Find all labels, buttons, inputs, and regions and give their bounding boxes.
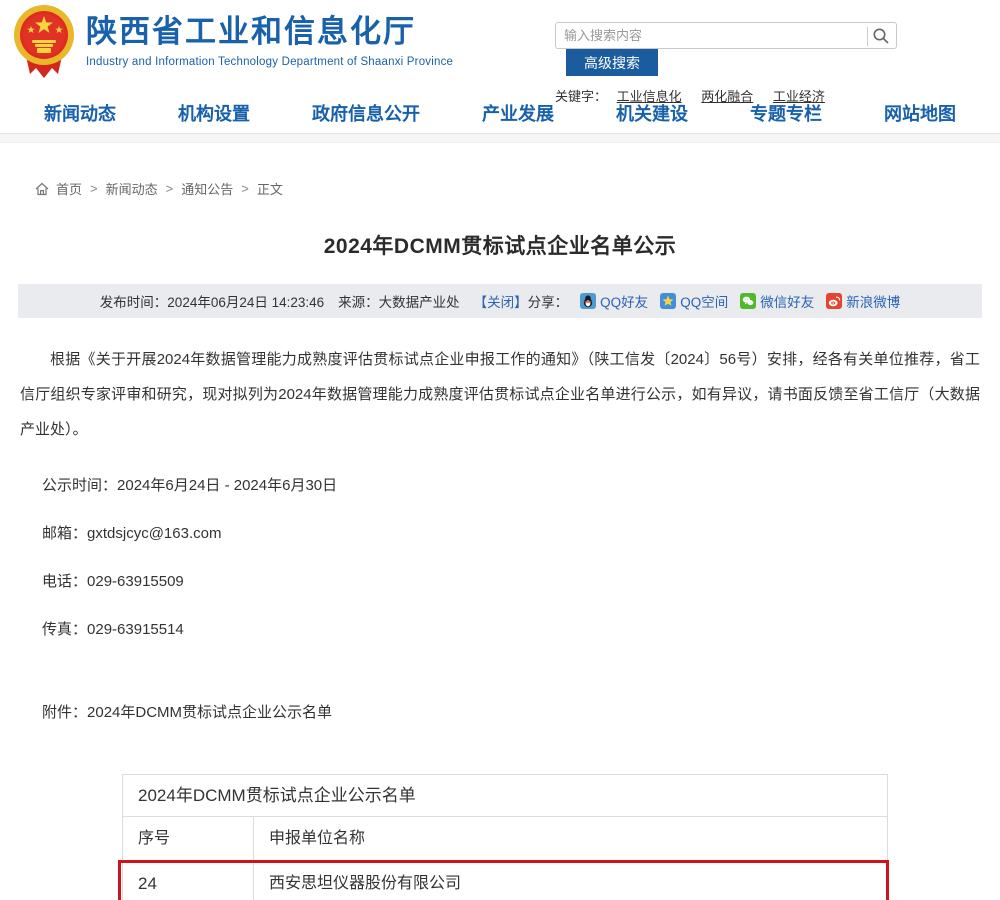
breadcrumb-separator: > — [90, 181, 98, 196]
table-header-company: 申报单位名称 — [254, 817, 887, 861]
qzone-icon — [660, 293, 676, 309]
posting-period-label: 公示时间： — [42, 477, 117, 494]
table-title: 2024年DCMM贯标试点企业公示名单 — [123, 775, 887, 817]
table-cell-company: 西安思坦仪器股份有限公司 — [254, 862, 887, 900]
qq-icon — [580, 293, 596, 309]
keyword-link-industry-economy[interactable]: 工业经济 — [773, 89, 825, 104]
nav-item-news[interactable]: 新闻动态 — [44, 100, 116, 126]
table-row[interactable]: 24 西安思坦仪器股份有限公司 — [123, 861, 887, 900]
share-weibo-label: 新浪微博 — [846, 291, 900, 311]
attachment-line: 附件：2024年DCMM贯标试点企业公示名单 — [42, 701, 980, 722]
attachment-label: 附件： — [42, 704, 87, 721]
phone-value: 029-63915509 — [87, 573, 184, 590]
page: 陕西省工业和信息化厅 Industry and Information Tech… — [0, 0, 1000, 900]
search-button[interactable] — [870, 26, 892, 48]
share-qzone[interactable]: QQ空间 — [660, 291, 728, 311]
share-wechat[interactable]: 微信好友 — [740, 291, 814, 311]
wechat-icon — [740, 293, 756, 309]
email-line: 邮箱：gxtdsjcyc@163.com — [42, 522, 980, 543]
email-label: 邮箱： — [42, 525, 87, 542]
close-link[interactable]: 【关闭】 — [474, 291, 528, 311]
posting-period-value: 2024年6月24日 - 2024年6月30日 — [117, 477, 337, 494]
search-box — [555, 22, 897, 49]
search-icon — [872, 27, 890, 45]
posting-period-line: 公示时间：2024年6月24日 - 2024年6月30日 — [42, 474, 980, 495]
table-header-row: 序号 申报单位名称 — [123, 817, 887, 861]
search-area: 高级搜索 关键字： 工业信息化 两化融合 工业经济 — [555, 22, 1000, 105]
fax-line: 传真：029-63915514 — [42, 618, 980, 639]
breadcrumb-separator: > — [166, 181, 174, 196]
page-title: 2024年DCMM贯标试点企业名单公示 — [0, 230, 1000, 260]
site-title-block: 陕西省工业和信息化厅 Industry and Information Tech… — [86, 4, 453, 68]
phone-line: 电话：029-63915509 — [42, 570, 980, 591]
weibo-icon — [826, 293, 842, 309]
fax-value: 029-63915514 — [87, 621, 184, 638]
table-cell-no: 24 — [123, 862, 254, 900]
share-qzone-label: QQ空间 — [680, 291, 728, 311]
phone-label: 电话： — [42, 573, 87, 590]
share-label: 分享： — [528, 291, 569, 311]
article-body: 根据《关于开展2024年数据管理能力成熟度评估贯标试点企业申报工作的通知》（陕工… — [0, 342, 1000, 722]
site-header: 陕西省工业和信息化厅 Industry and Information Tech… — [0, 0, 1000, 92]
site-logo[interactable]: 陕西省工业和信息化厅 Industry and Information Tech… — [12, 4, 453, 80]
keywords-row: 关键字： 工业信息化 两化融合 工业经济 — [555, 86, 1000, 105]
breadcrumb: 首页 > 新闻动态 > 通知公告 > 正文 — [35, 179, 1000, 198]
breadcrumb-notices[interactable]: 通知公告 — [181, 179, 233, 198]
fax-label: 传真： — [42, 621, 87, 638]
nav-item-gov-info[interactable]: 政府信息公开 — [312, 100, 420, 126]
share-qq-friend[interactable]: QQ好友 — [580, 291, 648, 311]
publish-time-value: 2024年06月24日 14:23:46 — [167, 291, 324, 311]
site-subtitle: Industry and Information Technology Depa… — [86, 56, 453, 68]
share-qq-friend-label: QQ好友 — [600, 291, 648, 311]
breadcrumb-news[interactable]: 新闻动态 — [106, 179, 158, 198]
keyword-link-integration[interactable]: 两化融合 — [701, 89, 753, 104]
breadcrumb-separator: > — [241, 181, 249, 196]
email-value: gxtdsjcyc@163.com — [87, 525, 221, 542]
keyword-link-industry-info[interactable]: 工业信息化 — [617, 89, 682, 104]
source-label: 来源： — [338, 291, 379, 311]
home-icon — [35, 182, 49, 196]
breadcrumb-home[interactable]: 首页 — [56, 179, 82, 198]
national-emblem-icon — [12, 4, 76, 80]
nav-item-organization[interactable]: 机构设置 — [178, 100, 250, 126]
site-name: 陕西省工业和信息化厅 — [86, 14, 453, 50]
article-paragraph: 根据《关于开展2024年数据管理能力成熟度评估贯标试点企业申报工作的通知》（陕工… — [20, 342, 980, 447]
breadcrumb-current: 正文 — [257, 179, 283, 198]
nav-divider-band — [0, 134, 1000, 143]
attachment-value: 2024年DCMM贯标试点企业公示名单 — [87, 704, 332, 721]
nav-item-industry[interactable]: 产业发展 — [482, 100, 554, 126]
share-weibo[interactable]: 新浪微博 — [826, 291, 900, 311]
search-divider — [867, 27, 868, 46]
keywords-label: 关键字： — [555, 89, 607, 104]
publish-time-label: 发布时间： — [100, 291, 168, 311]
table-header-no: 序号 — [123, 817, 254, 861]
advanced-search-button[interactable]: 高级搜索 — [566, 49, 658, 76]
article-meta-bar: 发布时间： 2024年06月24日 14:23:46 来源： 大数据产业处 【关… — [18, 284, 982, 318]
company-list-table: 2024年DCMM贯标试点企业公示名单 序号 申报单位名称 24 西安思坦仪器股… — [122, 774, 888, 900]
search-input[interactable] — [556, 23, 856, 48]
share-wechat-label: 微信好友 — [760, 291, 814, 311]
source-value: 大数据产业处 — [379, 291, 460, 311]
